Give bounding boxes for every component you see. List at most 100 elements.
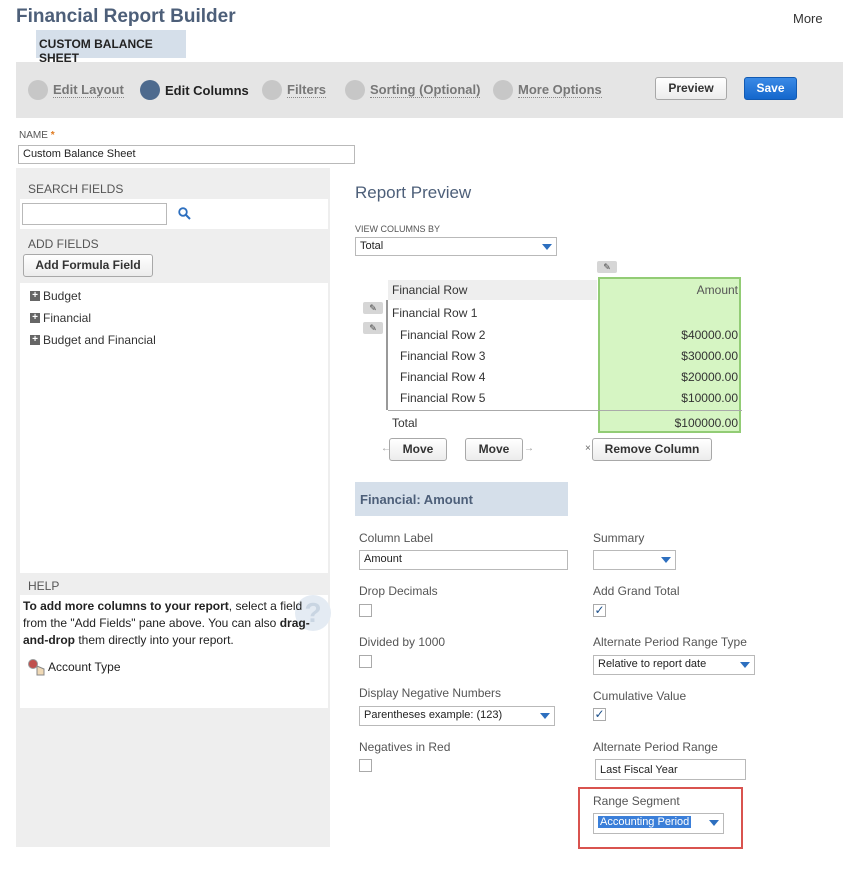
- summary-select[interactable]: [593, 550, 676, 570]
- help-bold: To add more columns to your report: [23, 599, 229, 613]
- remove-column-button[interactable]: Remove Column: [592, 438, 712, 461]
- tree-item-financial[interactable]: + Financial: [30, 311, 91, 325]
- view-columns-select[interactable]: Total: [355, 237, 557, 256]
- add-grand-total-label: Add Grand Total: [593, 584, 680, 598]
- preview-button[interactable]: Preview: [655, 77, 727, 100]
- step-circle-icon: [262, 80, 282, 100]
- alt-period-range-input[interactable]: Last Fiscal Year: [595, 759, 746, 780]
- search-icon[interactable]: [178, 207, 191, 220]
- display-negative-select[interactable]: Parentheses example: (123): [359, 706, 555, 726]
- table-row-amount: $20000.00: [681, 370, 738, 384]
- cumulative-value-label: Cumulative Value: [593, 689, 687, 703]
- record-tab[interactable]: CUSTOM BALANCE SHEET: [36, 30, 186, 65]
- search-input[interactable]: [22, 203, 167, 225]
- table-row-label: Financial Row 1: [392, 306, 478, 320]
- move-right-button[interactable]: Move: [465, 438, 523, 461]
- display-negative-value: Parentheses example: (123): [364, 709, 503, 721]
- table-row-label: Financial Row 5: [400, 391, 486, 405]
- help-heading: HELP: [28, 579, 60, 593]
- alt-period-range-type-select[interactable]: Relative to report date: [593, 655, 755, 675]
- move-right-arrow-icon: →: [524, 443, 534, 454]
- step-edit-layout[interactable]: Edit Layout: [28, 79, 124, 101]
- total-amount: $100000.00: [674, 416, 738, 430]
- col-header-amount: Amount: [696, 283, 738, 297]
- cumulative-value-checkbox[interactable]: ✓: [593, 708, 606, 721]
- alt-period-range-type-label: Alternate Period Range Type: [593, 635, 747, 649]
- tree-item-label: Financial: [43, 311, 92, 325]
- drop-decimals-label: Drop Decimals: [359, 584, 438, 598]
- col-header-financial-row: Financial Row: [392, 283, 468, 297]
- drag-hand-icon: [28, 659, 45, 676]
- add-grand-total-checkbox[interactable]: ✓: [593, 604, 606, 617]
- step-label: Sorting (Optional): [370, 82, 481, 98]
- view-columns-value: Total: [360, 240, 384, 252]
- view-columns-label: VIEW COLUMNS BY: [355, 224, 441, 234]
- page-title: Financial Report Builder: [16, 6, 236, 27]
- step-label: Filters: [287, 82, 327, 98]
- expand-plus-icon[interactable]: +: [30, 335, 40, 345]
- step-label: Edit Layout: [53, 82, 124, 98]
- summary-label: Summary: [593, 531, 645, 545]
- step-circle-icon: [493, 80, 513, 100]
- search-fields-heading: SEARCH FIELDS: [28, 182, 124, 196]
- move-left-button[interactable]: Move: [389, 438, 447, 461]
- column-settings-heading: Financial: Amount: [355, 482, 568, 516]
- dropdown-caret-icon: [661, 557, 671, 563]
- total-divider: [388, 410, 742, 411]
- display-negative-label: Display Negative Numbers: [359, 686, 502, 700]
- step-filters[interactable]: Filters: [262, 79, 327, 101]
- negatives-in-red-checkbox[interactable]: [359, 759, 372, 772]
- expand-plus-icon[interactable]: +: [30, 291, 40, 301]
- save-button[interactable]: Save: [744, 77, 797, 100]
- name-input[interactable]: Custom Balance Sheet: [18, 145, 355, 164]
- step-more-options[interactable]: More Options: [493, 79, 602, 101]
- range-segment-label: Range Segment: [593, 794, 680, 808]
- dropdown-caret-icon: [740, 662, 750, 668]
- step-circle-icon: [140, 80, 160, 100]
- table-row-label: Financial Row 2: [400, 328, 486, 342]
- dropdown-caret-icon: [709, 820, 719, 826]
- table-row-amount: $10000.00: [681, 391, 738, 405]
- divided-by-1000-label: Divided by 1000: [359, 635, 446, 649]
- report-preview-title: Report Preview: [355, 183, 472, 202]
- tree-item-label: Budget: [43, 289, 82, 303]
- dropdown-caret-icon: [542, 244, 552, 250]
- step-sorting[interactable]: Sorting (Optional): [345, 79, 481, 101]
- more-menu-link[interactable]: More: [793, 11, 823, 26]
- column-label-input[interactable]: Amount: [359, 550, 568, 570]
- alt-period-range-label: Alternate Period Range: [593, 740, 718, 754]
- total-label: Total: [392, 416, 418, 430]
- remove-x-icon: ×: [585, 443, 591, 454]
- row-edit-icon[interactable]: ✎: [363, 322, 383, 334]
- add-fields-heading: ADD FIELDS: [28, 237, 99, 251]
- help-box: ? To add more columns to your report, se…: [20, 595, 331, 708]
- step-label: More Options: [518, 82, 602, 98]
- table-divider: [386, 300, 388, 410]
- expand-plus-icon[interactable]: +: [30, 313, 40, 323]
- step-circle-icon: [345, 80, 365, 100]
- help-text: To add more columns to your report, sele…: [23, 598, 323, 649]
- help-example-label: Account Type: [48, 660, 121, 674]
- tree-item-budget-and-financial[interactable]: + Budget and Financial: [30, 333, 156, 347]
- left-panel: SEARCH FIELDS ADD FIELDS Add Formula Fie…: [16, 168, 331, 847]
- tree-item-budget[interactable]: + Budget: [30, 289, 81, 303]
- column-label-label: Column Label: [359, 531, 434, 545]
- required-mark: *: [50, 130, 55, 141]
- help-sentence: them directly into your report.: [75, 633, 234, 647]
- step-label: Edit Columns: [165, 82, 249, 98]
- range-segment-value: Accounting Period: [598, 816, 692, 828]
- table-row-amount: $30000.00: [681, 349, 738, 363]
- step-edit-columns[interactable]: Edit Columns: [140, 79, 249, 101]
- drop-decimals-checkbox[interactable]: [359, 604, 372, 617]
- row-edit-icon[interactable]: ✎: [363, 302, 383, 314]
- name-label-text: NAME: [19, 130, 48, 141]
- table-row-label: Financial Row 4: [400, 370, 486, 384]
- divided-by-1000-checkbox[interactable]: [359, 655, 372, 668]
- negatives-in-red-label: Negatives in Red: [359, 740, 451, 754]
- table-row-label: Financial Row 3: [400, 349, 486, 363]
- help-example: Account Type: [26, 657, 121, 677]
- range-segment-select[interactable]: Accounting Period: [593, 813, 724, 834]
- column-edit-icon[interactable]: ✎: [597, 261, 617, 273]
- table-row-amount: $40000.00: [681, 328, 738, 342]
- add-formula-field-button[interactable]: Add Formula Field: [23, 254, 153, 277]
